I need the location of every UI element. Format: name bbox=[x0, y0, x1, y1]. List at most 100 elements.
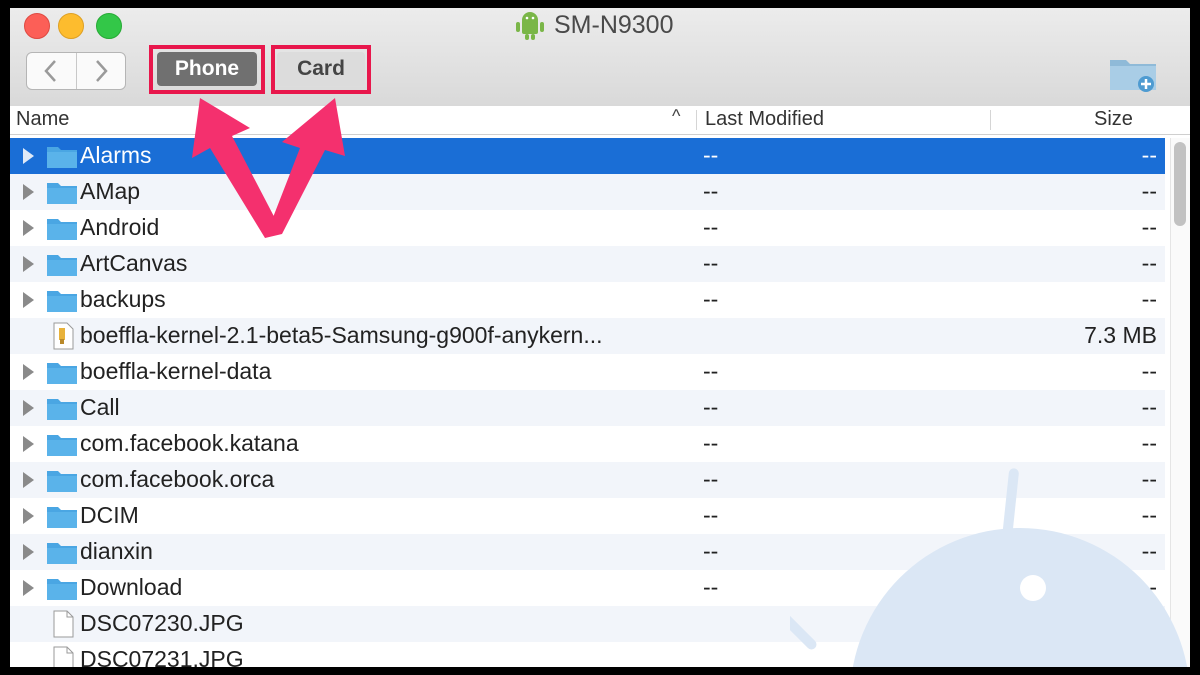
name-column-header[interactable]: Name bbox=[16, 108, 69, 131]
file-row-com-facebook-orca[interactable]: com.facebook.orca -- -- bbox=[10, 462, 1165, 498]
last-modified-column-header[interactable]: Last Modified bbox=[705, 108, 824, 131]
file-name: backups bbox=[80, 286, 166, 312]
disclosure-triangle-icon[interactable] bbox=[23, 508, 34, 524]
minimize-window-button[interactable] bbox=[58, 13, 84, 39]
file-row-dianxin[interactable]: dianxin -- -- bbox=[10, 534, 1165, 570]
zoom-window-button[interactable] bbox=[96, 13, 122, 39]
folder-icon bbox=[47, 219, 77, 240]
file-row-backups[interactable]: backups -- -- bbox=[10, 282, 1165, 318]
disclosure-triangle-icon[interactable] bbox=[23, 220, 34, 236]
sort-ascending-icon: ^ bbox=[672, 106, 681, 126]
file-size: -- bbox=[1141, 250, 1157, 276]
file-size: -- bbox=[1141, 214, 1157, 240]
file-last-modified: -- bbox=[703, 538, 719, 564]
folder-icon bbox=[47, 579, 77, 600]
file-name: Call bbox=[80, 394, 120, 420]
chevron-right-icon bbox=[95, 60, 108, 82]
folder-icon bbox=[47, 291, 77, 312]
title-toolbar: SM-N9300 Phone Card bbox=[10, 8, 1190, 107]
file-size: -- bbox=[1141, 394, 1157, 420]
file-list: Alarms -- -- AMap -- -- Android -- -- Ar… bbox=[10, 138, 1170, 667]
file-last-modified: -- bbox=[703, 502, 719, 528]
file-name: Alarms bbox=[80, 142, 152, 168]
scrollbar-thumb[interactable] bbox=[1174, 142, 1186, 226]
disclosure-triangle-icon[interactable] bbox=[23, 580, 34, 596]
file-row-android[interactable]: Android -- -- bbox=[10, 210, 1165, 246]
card-segment-button[interactable]: Card bbox=[277, 52, 365, 86]
file-last-modified: -- bbox=[703, 358, 719, 384]
disclosure-triangle-icon[interactable] bbox=[23, 472, 34, 488]
file-row-artcanvas[interactable]: ArtCanvas -- -- bbox=[10, 246, 1165, 282]
file-size: -- bbox=[1141, 178, 1157, 204]
archive-file-icon bbox=[53, 322, 74, 350]
column-divider[interactable] bbox=[696, 110, 697, 130]
close-window-button[interactable] bbox=[24, 13, 50, 39]
file-size: -- bbox=[1141, 574, 1157, 600]
file-last-modified: -- bbox=[703, 250, 719, 276]
file-last-modified: -- bbox=[703, 574, 719, 600]
disclosure-triangle-icon[interactable] bbox=[23, 256, 34, 272]
file-last-modified: -- bbox=[703, 178, 719, 204]
file-last-modified: -- bbox=[703, 142, 719, 168]
file-last-modified: -- bbox=[703, 286, 719, 312]
file-row-call[interactable]: Call -- -- bbox=[10, 390, 1165, 426]
disclosure-triangle-icon[interactable] bbox=[23, 436, 34, 452]
file-row-boeffla-kernel-data[interactable]: boeffla-kernel-data -- -- bbox=[10, 354, 1165, 390]
back-button[interactable] bbox=[27, 53, 76, 89]
window-title-text: SM-N9300 bbox=[554, 10, 674, 39]
file-size: -- bbox=[1141, 142, 1157, 168]
file-size: -- bbox=[1141, 286, 1157, 312]
disclosure-triangle-icon[interactable] bbox=[23, 544, 34, 560]
android-file-transfer-window: SM-N9300 Phone Card Name ^ Last Modified… bbox=[10, 8, 1190, 667]
chevron-left-icon bbox=[44, 60, 57, 82]
file-size: -- bbox=[1141, 430, 1157, 456]
file-name: DSC07231.JPG bbox=[80, 646, 244, 667]
file-row-alarms[interactable]: Alarms -- -- bbox=[10, 138, 1165, 174]
phone-segment-button[interactable]: Phone bbox=[157, 52, 257, 86]
file-row-boeffla-kernel-2-1-beta5-samsung-g900f-anykern[interactable]: boeffla-kernel-2.1-beta5-Samsung-g900f-a… bbox=[10, 318, 1165, 354]
folder-icon bbox=[47, 363, 77, 384]
file-row-dsc07231-jpg[interactable]: DSC07231.JPG 2.6 MB bbox=[10, 642, 1165, 667]
column-divider[interactable] bbox=[990, 110, 991, 130]
file-last-modified: -- bbox=[703, 214, 719, 240]
column-header: Name ^ Last Modified Size bbox=[10, 106, 1190, 135]
navigation-buttons bbox=[26, 52, 126, 90]
file-row-dsc07230-jpg[interactable]: DSC07230.JPG 2.6 MB bbox=[10, 606, 1165, 642]
file-size: -- bbox=[1141, 538, 1157, 564]
folder-icon bbox=[47, 255, 77, 276]
file-last-modified: -- bbox=[703, 466, 719, 492]
forward-button[interactable] bbox=[75, 53, 126, 89]
window-title: SM-N9300 bbox=[510, 10, 674, 40]
file-name: Download bbox=[80, 574, 183, 600]
file-row-amap[interactable]: AMap -- -- bbox=[10, 174, 1165, 210]
file-size: -- bbox=[1141, 466, 1157, 492]
file-size: -- bbox=[1141, 502, 1157, 528]
file-size: 7.3 MB bbox=[1084, 322, 1157, 348]
disclosure-triangle-icon[interactable] bbox=[23, 364, 34, 380]
file-name: DSC07230.JPG bbox=[80, 610, 244, 636]
file-name: DCIM bbox=[80, 502, 139, 528]
file-row-com-facebook-katana[interactable]: com.facebook.katana -- -- bbox=[10, 426, 1165, 462]
disclosure-triangle-icon[interactable] bbox=[23, 400, 34, 416]
file-name: boeffla-kernel-data bbox=[80, 358, 272, 384]
folder-icon bbox=[47, 507, 77, 528]
file-name: boeffla-kernel-2.1-beta5-Samsung-g900f-a… bbox=[80, 322, 603, 348]
file-last-modified: -- bbox=[703, 394, 719, 420]
disclosure-triangle-icon[interactable] bbox=[23, 292, 34, 308]
file-row-download[interactable]: Download -- -- bbox=[10, 570, 1165, 606]
file-last-modified: -- bbox=[703, 430, 719, 456]
file-name: com.facebook.katana bbox=[80, 430, 299, 456]
file-name: com.facebook.orca bbox=[80, 466, 275, 492]
folder-icon bbox=[47, 399, 77, 420]
folder-icon bbox=[47, 147, 77, 168]
disclosure-triangle-icon[interactable] bbox=[23, 148, 34, 164]
file-name: ArtCanvas bbox=[80, 250, 188, 276]
folder-icon bbox=[47, 543, 77, 564]
folder-icon bbox=[47, 183, 77, 204]
size-column-header[interactable]: Size bbox=[1094, 108, 1133, 131]
disclosure-triangle-icon[interactable] bbox=[23, 184, 34, 200]
new-folder-icon[interactable] bbox=[1108, 50, 1158, 94]
file-row-dcim[interactable]: DCIM -- -- bbox=[10, 498, 1165, 534]
android-icon bbox=[516, 12, 544, 40]
folder-icon bbox=[47, 435, 77, 456]
